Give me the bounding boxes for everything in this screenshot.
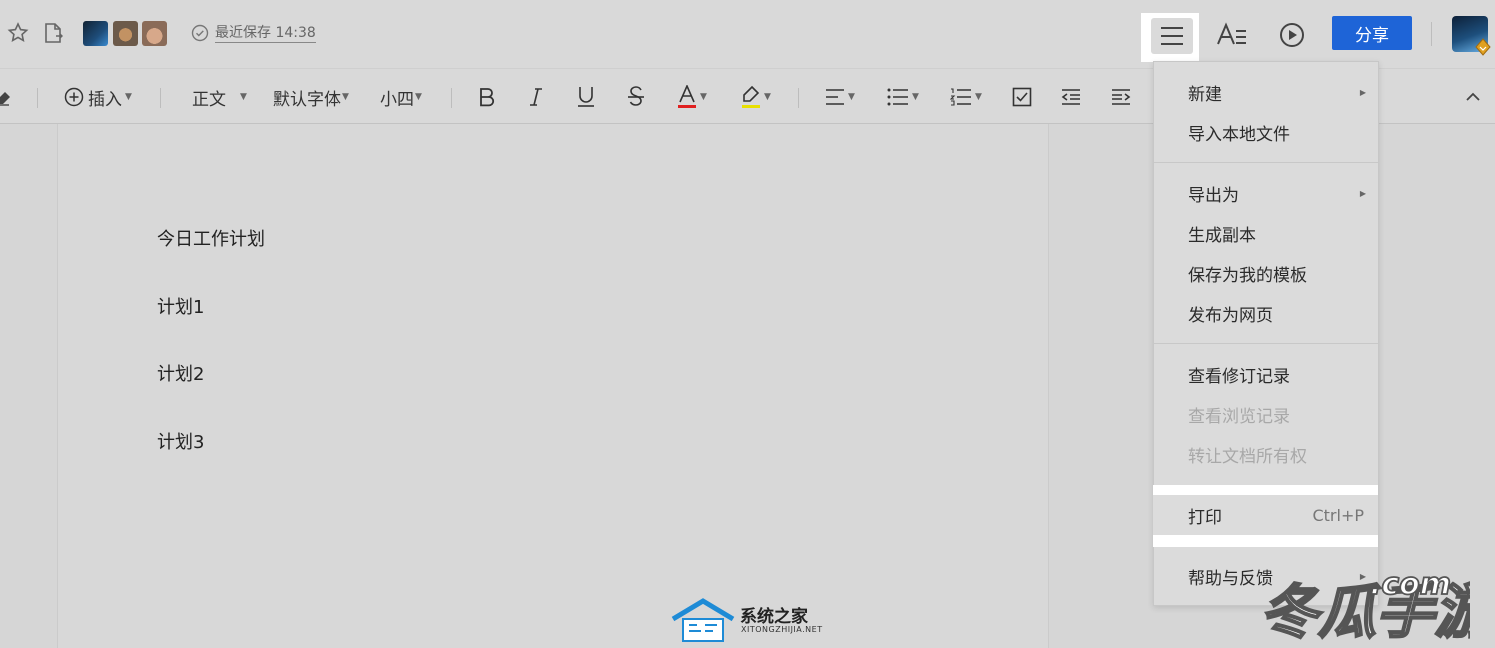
font-family-value: 默认字体 bbox=[273, 89, 341, 110]
save-status[interactable]: 最近保存 14:38 bbox=[191, 22, 316, 44]
divider bbox=[1431, 22, 1432, 46]
document-line[interactable]: 计划3 bbox=[157, 428, 204, 454]
menu-item-import[interactable]: 导入本地文件 bbox=[1154, 112, 1378, 152]
menu-item-label: 转让文档所有权 bbox=[1188, 446, 1307, 467]
menu-item-label: 保存为我的模板 bbox=[1188, 265, 1307, 286]
checkbox-icon[interactable] bbox=[1012, 79, 1032, 115]
strikethrough-icon[interactable] bbox=[627, 79, 645, 115]
font-color-button[interactable]: ▼ bbox=[677, 79, 707, 115]
watermark-subtitle: XITONGZHIJIA.NET bbox=[741, 625, 823, 634]
font-size-select[interactable]: 小四 ▼ bbox=[380, 79, 422, 115]
chevron-down-icon: ▼ bbox=[342, 92, 349, 102]
chevron-down-icon: ▼ bbox=[764, 92, 771, 102]
italic-icon[interactable] bbox=[528, 79, 544, 115]
chevron-right-icon: ▶ bbox=[1359, 188, 1366, 198]
menu-item-shortcut: Ctrl+P bbox=[1312, 505, 1364, 525]
menu-item-print[interactable]: 打印 Ctrl+P bbox=[1154, 495, 1378, 535]
star-icon[interactable] bbox=[6, 21, 30, 45]
menu-item-label: 查看修订记录 bbox=[1188, 366, 1290, 387]
divider bbox=[160, 88, 161, 108]
paragraph-style-select[interactable]: 正文 ▼ bbox=[192, 79, 247, 115]
document-line[interactable]: 计划1 bbox=[157, 293, 204, 319]
chevron-down-icon: ▼ bbox=[912, 92, 919, 102]
menu-item-label: 生成副本 bbox=[1188, 225, 1256, 246]
watermark-right-com: .com bbox=[1370, 567, 1451, 602]
menu-item-transfer-ownership: 转让文档所有权 bbox=[1154, 434, 1378, 474]
menu-item-save-template[interactable]: 保存为我的模板 bbox=[1154, 253, 1378, 293]
chevron-down-icon: ▼ bbox=[700, 92, 707, 102]
main-menu-dropdown: 新建 ▶ 导入本地文件 导出为 ▶ 生成副本 保存为我的模板 发布为网页 查看修… bbox=[1153, 61, 1379, 606]
play-icon[interactable] bbox=[1276, 20, 1308, 50]
file-move-icon[interactable] bbox=[42, 21, 64, 45]
font-family-select[interactable]: 默认字体 ▼ bbox=[273, 79, 349, 115]
bold-icon[interactable] bbox=[478, 79, 496, 115]
vip-badge-icon bbox=[1474, 38, 1492, 56]
menu-item-revision-history[interactable]: 查看修订记录 bbox=[1154, 354, 1378, 394]
indent-icon[interactable] bbox=[1111, 79, 1131, 115]
menu-item-label: 导出为 bbox=[1188, 185, 1239, 206]
chevron-down-icon: ▼ bbox=[975, 92, 982, 102]
plus-circle-icon bbox=[64, 87, 84, 107]
eraser-icon[interactable] bbox=[0, 79, 12, 115]
underline-icon[interactable] bbox=[577, 79, 595, 115]
outdent-icon[interactable] bbox=[1061, 79, 1081, 115]
paragraph-style-value: 正文 bbox=[192, 89, 226, 110]
highlight-button[interactable]: ▼ bbox=[741, 79, 771, 115]
menu-item-label: 打印 bbox=[1188, 507, 1222, 528]
dongua-watermark-logo: 冬瓜手游 .com bbox=[1259, 566, 1470, 647]
header-bar: 最近保存 14:38 分享 bbox=[0, 0, 1495, 68]
insert-label: 插入 bbox=[88, 89, 122, 110]
menu-item-label: 新建 bbox=[1188, 84, 1222, 105]
document-line[interactable]: 今日工作计划 bbox=[157, 225, 265, 251]
check-circle-icon bbox=[191, 24, 209, 42]
menu-item-label: 导入本地文件 bbox=[1188, 124, 1290, 145]
collapse-toolbar-icon[interactable] bbox=[1465, 79, 1481, 115]
menu-icon[interactable] bbox=[1151, 18, 1193, 54]
divider bbox=[798, 88, 799, 108]
menu-item-export[interactable]: 导出为 ▶ bbox=[1154, 173, 1378, 213]
chevron-down-icon: ▼ bbox=[125, 92, 132, 102]
text-format-icon[interactable] bbox=[1214, 20, 1250, 50]
menu-item-label: 查看浏览记录 bbox=[1188, 406, 1290, 427]
numbered-list-button[interactable]: ▼ bbox=[950, 79, 982, 115]
document-line[interactable]: 计划2 bbox=[157, 360, 204, 386]
menu-separator bbox=[1154, 343, 1378, 344]
chevron-down-icon: ▼ bbox=[415, 92, 422, 102]
watermark-title: 系统之家 bbox=[740, 607, 808, 627]
chevron-down-icon: ▼ bbox=[848, 92, 855, 102]
divider bbox=[37, 88, 38, 108]
collaborator-avatar[interactable] bbox=[83, 21, 108, 46]
divider bbox=[451, 88, 452, 108]
share-button[interactable]: 分享 bbox=[1332, 16, 1412, 50]
font-size-value: 小四 bbox=[380, 89, 414, 110]
menu-separator bbox=[1154, 162, 1378, 163]
collaborator-avatar[interactable] bbox=[113, 21, 138, 46]
menu-item-view-history: 查看浏览记录 bbox=[1154, 394, 1378, 434]
menu-item-new[interactable]: 新建 ▶ bbox=[1154, 72, 1378, 112]
collaborator-avatar[interactable] bbox=[142, 21, 167, 46]
menu-item-label: 发布为网页 bbox=[1188, 305, 1273, 326]
chevron-down-icon: ▼ bbox=[240, 92, 247, 102]
chevron-right-icon: ▶ bbox=[1359, 87, 1366, 97]
align-button[interactable]: ▼ bbox=[825, 79, 855, 115]
bullet-list-button[interactable]: ▼ bbox=[887, 79, 919, 115]
document-page[interactable] bbox=[57, 124, 1049, 648]
save-status-text: 最近保存 14:38 bbox=[215, 24, 316, 43]
insert-button[interactable]: 插入 ▼ bbox=[64, 79, 132, 115]
menu-item-duplicate[interactable]: 生成副本 bbox=[1154, 213, 1378, 253]
menu-item-publish-web[interactable]: 发布为网页 bbox=[1154, 293, 1378, 333]
